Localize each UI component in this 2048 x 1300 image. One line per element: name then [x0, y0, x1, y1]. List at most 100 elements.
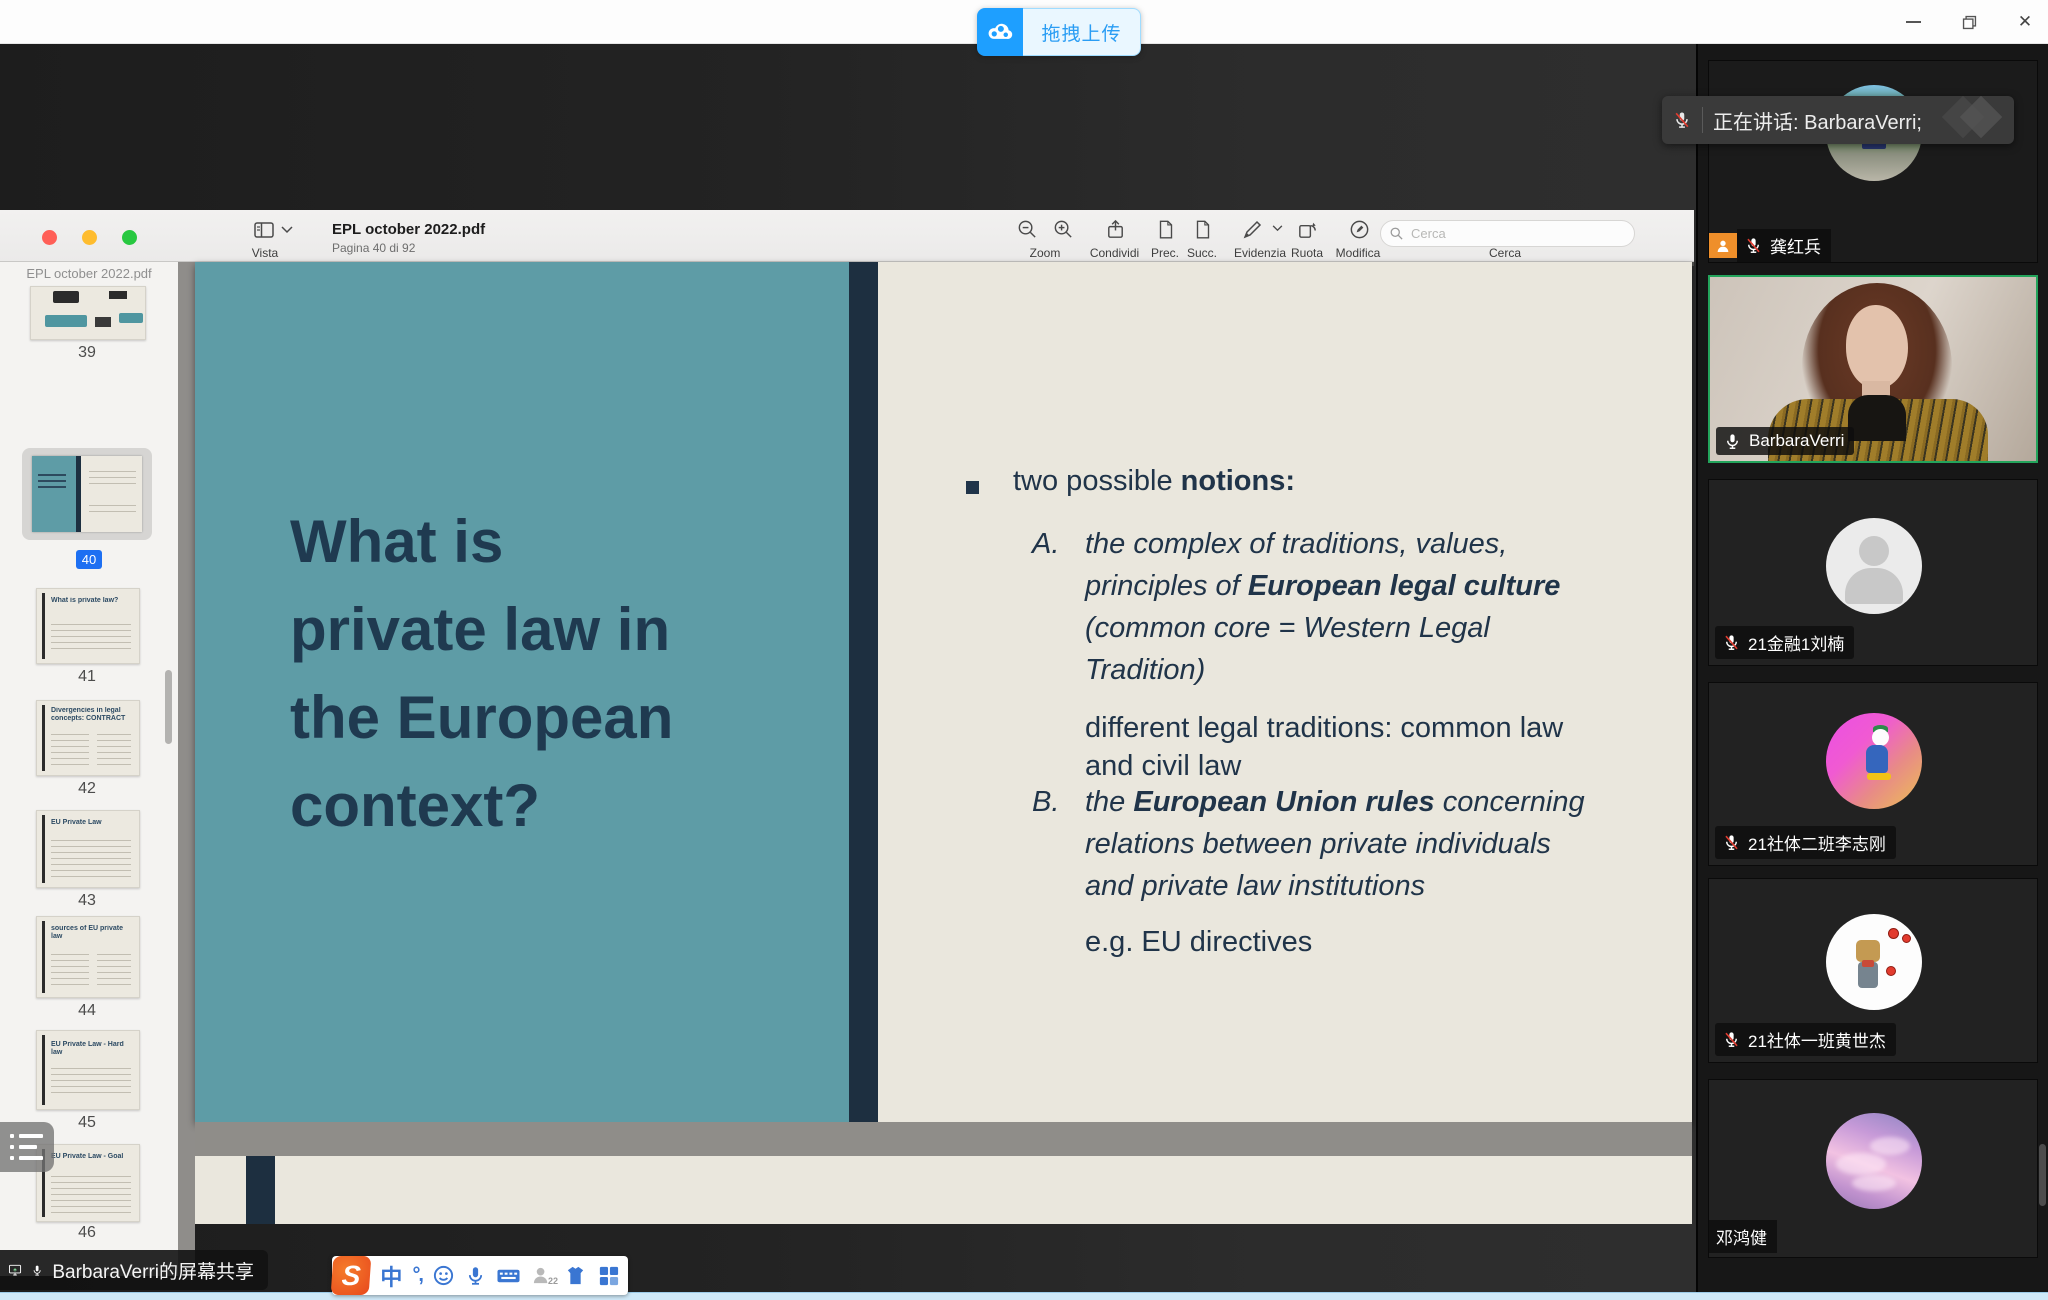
upload-widget[interactable]: 拖拽上传: [977, 8, 1141, 56]
toolbox-grid-icon[interactable]: [597, 1264, 620, 1287]
zoom-in-icon[interactable]: [1052, 218, 1075, 241]
item-a-line1: the complex of traditions, values,: [1085, 528, 1507, 561]
traffic-lights: [42, 230, 137, 245]
punctuation-icon[interactable]: °,: [412, 1264, 422, 1287]
thumbnail-page-42[interactable]: Divergencies in legal concepts: CONTRACT: [36, 700, 140, 776]
list-icon: [10, 1134, 14, 1138]
restore-button[interactable]: [1954, 7, 1984, 37]
thumbnail-page-43[interactable]: EU Private Law: [36, 810, 140, 888]
preview-toolbar: Vista EPL october 2022.pdf Pagina 40 di …: [0, 210, 1694, 262]
sogou-logo-icon[interactable]: S: [331, 1256, 372, 1295]
search-icon: [1389, 226, 1404, 241]
rotate-icon[interactable]: [1296, 218, 1319, 241]
item-b-marker: B.: [1032, 786, 1059, 819]
thumb-text-lines: [51, 1063, 131, 1093]
thumbnail-page-45[interactable]: EU Private Law - Hard law: [36, 1030, 140, 1110]
name-badge: 21金融1刘楠: [1715, 626, 1854, 659]
name-badge: BarbaraVerri: [1716, 427, 1854, 455]
search-field[interactable]: [1380, 220, 1635, 247]
screen: ✕ 拖拽上传 Vista EPL october 2022.pdf: [0, 0, 2048, 1300]
participant-tile[interactable]: 21社体二班李志刚: [1708, 682, 2038, 866]
list-icon: [10, 1156, 14, 1160]
thumbnail-list-fab[interactable]: [0, 1122, 54, 1172]
cerca-label: Cerca: [1465, 246, 1545, 260]
thumb46-title: EU Private Law - Goal: [51, 1153, 133, 1161]
thumb40-title-lines: [38, 470, 66, 492]
slide-title: What is private law in the European cont…: [290, 498, 673, 850]
thumb-left-bar: [42, 1035, 45, 1105]
page-number-46: 46: [32, 1224, 142, 1242]
soft-keyboard-icon[interactable]: [496, 1264, 521, 1287]
shared-screen-area: Vista EPL october 2022.pdf Pagina 40 di …: [0, 44, 1696, 1300]
thumb-text-lines: [51, 835, 131, 881]
slide-divider-bar: [849, 262, 878, 1122]
search-input[interactable]: [1409, 225, 1599, 242]
thumb-left-bar: [42, 921, 45, 993]
previous-page-icon[interactable]: [1155, 218, 1177, 241]
minimize-window-light[interactable]: [82, 230, 97, 245]
thumb39-shape: [53, 291, 79, 303]
input-method-toolbar: S 中 °, 22: [332, 1256, 628, 1295]
participant-tile[interactable]: 21社体一班黄世杰: [1708, 878, 2038, 1063]
item-a-line2: principles of European legal culture: [1085, 570, 1560, 603]
avatar-cartoon: [1888, 928, 1899, 939]
bullet-text: two possible notions:: [1013, 465, 1295, 498]
share-label: BarbaraVerri的屏幕共享: [52, 1257, 254, 1284]
meeting-watermark-icon: [1960, 102, 1996, 132]
vista-chevron-icon[interactable]: [281, 226, 293, 234]
emoji-icon[interactable]: [432, 1264, 455, 1287]
thumb-text-lines: [51, 949, 89, 987]
minimize-button[interactable]: [1898, 7, 1928, 37]
zoom-out-icon[interactable]: [1016, 218, 1039, 241]
sidebar-toggle-icon[interactable]: [252, 218, 276, 242]
person-silhouette-icon: [1859, 536, 1889, 566]
close-window-light[interactable]: [42, 230, 57, 245]
close-button[interactable]: ✕: [2010, 7, 2040, 37]
chinese-mode-icon[interactable]: 中: [380, 1260, 402, 1292]
thumb-text-lines: [97, 949, 131, 987]
next-page-icon[interactable]: [1192, 218, 1214, 241]
thumbnail-page-39[interactable]: [30, 286, 146, 340]
bullet-square: [966, 481, 979, 494]
mic-on-icon: [1723, 432, 1742, 451]
avatar-cartoon: [1862, 960, 1874, 967]
avatar: [1826, 713, 1922, 809]
modifica-label[interactable]: Modifica: [1318, 246, 1398, 260]
vista-label[interactable]: Vista: [240, 246, 290, 260]
participant-tile[interactable]: 邓鸿健: [1708, 1079, 2038, 1258]
share-icon[interactable]: [1104, 218, 1127, 241]
thumb-text-lines: [51, 729, 89, 769]
video-feed: [1846, 305, 1908, 389]
avatar-cartoon: [1856, 940, 1880, 962]
thumbnail-page-40[interactable]: [32, 456, 142, 532]
thumb41-title: What is private law?: [51, 597, 133, 605]
drag-upload-button[interactable]: 拖拽上传: [1023, 8, 1141, 56]
sidebar-document-name: EPL october 2022.pdf: [0, 266, 178, 281]
login-account-icon[interactable]: 22: [531, 1264, 554, 1287]
window-controls: ✕: [1898, 0, 2040, 44]
zoom-window-light[interactable]: [122, 230, 137, 245]
voice-input-icon[interactable]: [465, 1264, 486, 1287]
sidebar-splitter[interactable]: [178, 262, 195, 1276]
list-icon: [10, 1145, 14, 1149]
thumbnail-page-41[interactable]: What is private law?: [36, 588, 140, 664]
mic-muted-icon: [1722, 1030, 1741, 1049]
thumb-text-lines: [97, 729, 131, 769]
slide-page-40: What is private law in the European cont…: [195, 262, 1692, 1122]
thumbnail-page-44[interactable]: sources of EU private law: [36, 916, 140, 998]
skin-icon[interactable]: [564, 1264, 587, 1287]
participant-tile[interactable]: 龚红兵: [1708, 60, 2038, 263]
taskbar-edge: [0, 1292, 2048, 1300]
sidebar-scrollbar[interactable]: [165, 670, 172, 744]
name-badge: 龚红兵: [1709, 229, 1831, 262]
participant-tile[interactable]: 21金融1刘楠: [1708, 479, 2038, 666]
highlight-pen-icon[interactable]: [1240, 218, 1264, 242]
mic-muted-icon: [1744, 236, 1763, 255]
participant-tile[interactable]: BarbaraVerri: [1708, 275, 2038, 463]
thumb40-teal: [32, 456, 76, 532]
edit-icon[interactable]: [1348, 218, 1371, 241]
next-page-left-bar: [246, 1156, 275, 1224]
thumb40-text-lines: [89, 466, 136, 489]
panel-scrollbar[interactable]: [2039, 1144, 2046, 1206]
evidenzia-chevron-icon[interactable]: [1272, 225, 1283, 232]
